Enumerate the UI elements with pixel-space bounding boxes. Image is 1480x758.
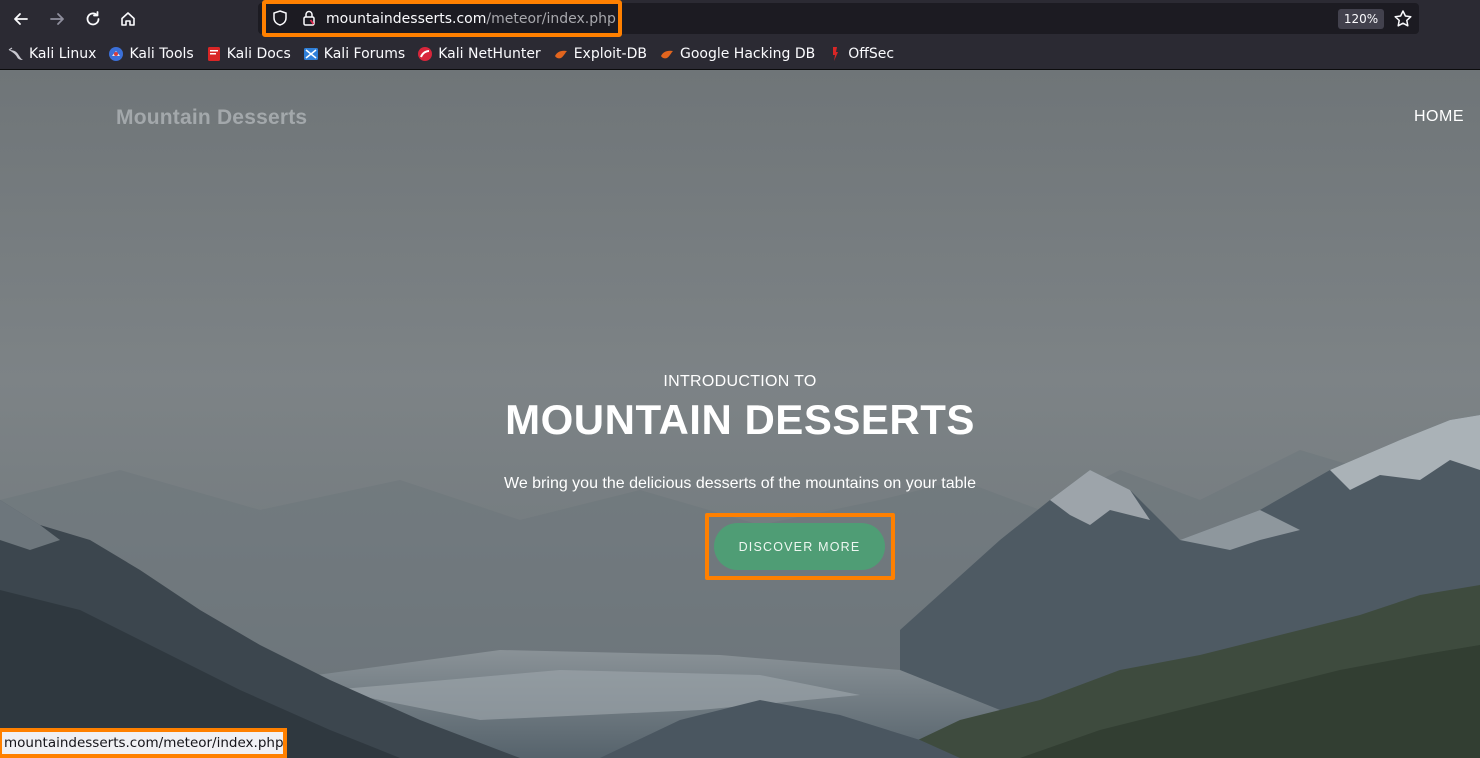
ghdb-icon [660, 50, 673, 59]
kali-tools-icon [109, 47, 124, 61]
bookmark-label: Kali Tools [129, 46, 194, 62]
bookmark-label: Kali NetHunter [438, 46, 541, 62]
home-button[interactable] [114, 5, 142, 33]
kali-docs-icon [207, 47, 220, 61]
bookmark-label: Google Hacking DB [679, 46, 816, 62]
link-status-bar: mountaindesserts.com/meteor/index.php# [0, 728, 287, 758]
hero-intro-text: INTRODUCTION TO [663, 373, 817, 390]
bookmark-kali-forums[interactable]: Kali Forums [303, 46, 405, 62]
reload-button[interactable] [79, 5, 107, 33]
home-icon [121, 12, 135, 26]
discover-more-button[interactable]: DISCOVER MORE [714, 523, 885, 570]
kali-dragon-icon [8, 47, 23, 60]
bookmark-label: Exploit-DB [573, 46, 647, 62]
bookmarks-toolbar: Kali Linux Kali Tools Kali Docs Kali For… [0, 42, 1480, 66]
hero-headline: MOUNTAIN DESSERTS [505, 396, 975, 443]
back-button[interactable] [7, 5, 35, 33]
bookmark-kali-linux[interactable]: Kali Linux [8, 46, 96, 62]
forward-arrow-icon [50, 13, 64, 25]
nethunter-icon [418, 47, 433, 61]
exploit-db-icon [554, 50, 567, 59]
bookmark-exploit-db[interactable]: Exploit-DB [553, 46, 647, 62]
bookmark-google-hacking-db[interactable]: Google Hacking DB [659, 46, 815, 62]
nav-home-link[interactable]: HOME [1414, 108, 1464, 126]
bookmark-label: Kali Forums [323, 46, 406, 62]
bookmark-offsec[interactable]: OffSec [827, 46, 894, 62]
offsec-icon [833, 47, 839, 61]
site-brand-logo[interactable]: Mountain Desserts [116, 106, 307, 130]
back-arrow-icon [14, 13, 28, 25]
bookmark-star-icon[interactable] [1392, 8, 1414, 30]
bookmark-label: Kali Docs [226, 46, 291, 62]
bookmark-kali-docs[interactable]: Kali Docs [206, 46, 291, 62]
bookmark-label: OffSec [848, 46, 895, 62]
url-highlight-box [262, 0, 622, 37]
hero-tagline: We bring you the delicious desserts of t… [504, 475, 976, 492]
bookmark-label: Kali Linux [29, 46, 97, 62]
zoom-level-badge[interactable]: 120% [1338, 9, 1384, 29]
reload-icon [86, 11, 100, 26]
browser-toolbar: mountaindesserts.com/meteor/index.php 12… [0, 0, 1480, 70]
forward-button[interactable] [43, 5, 71, 33]
bookmark-kali-tools[interactable]: Kali Tools [108, 46, 194, 62]
bookmark-kali-nethunter[interactable]: Kali NetHunter [417, 46, 541, 62]
kali-forums-icon [303, 48, 318, 60]
hero-section: Mountain Desserts HOME INTRODUCTION TO M… [0, 70, 1480, 758]
